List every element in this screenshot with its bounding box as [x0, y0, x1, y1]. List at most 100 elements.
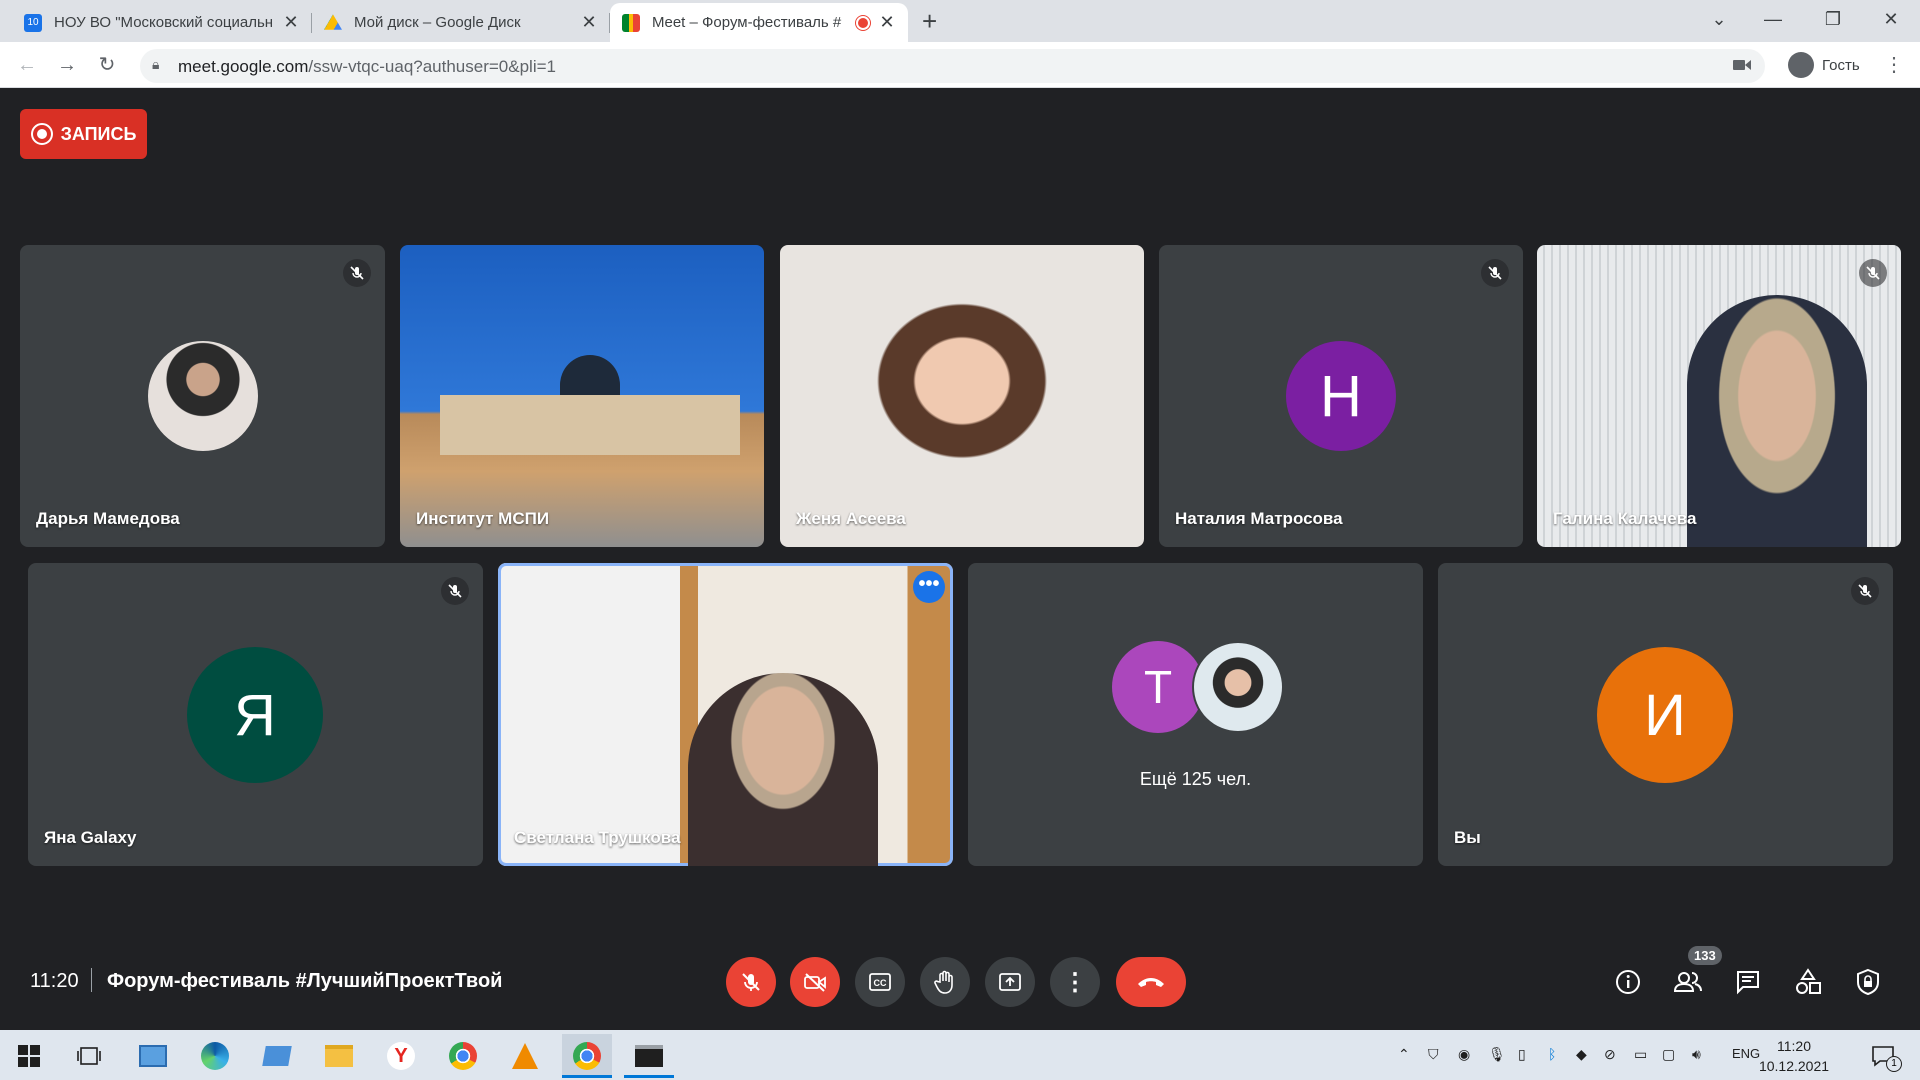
restore-button[interactable]: ❐: [1810, 4, 1856, 34]
chrome-icon: [573, 1042, 601, 1070]
more-options-icon[interactable]: •••: [913, 571, 945, 603]
close-tab-icon[interactable]: ✕: [878, 12, 896, 33]
address-bar[interactable]: 🔒︎ meet.google.com/ssw-vtqc-uaq?authuser…: [140, 49, 1765, 83]
raise-hand-button[interactable]: [920, 957, 970, 1007]
profile-button[interactable]: Гость: [1778, 49, 1870, 81]
usb-tray-icon[interactable]: ▯: [1518, 1046, 1526, 1063]
info-icon: [1616, 970, 1640, 994]
defender-tray-icon[interactable]: ◆: [1576, 1046, 1587, 1063]
participant-photo-avatar: [1192, 641, 1284, 733]
meeting-details-button[interactable]: [1608, 962, 1648, 1002]
participant-tile-darya[interactable]: Дарья Мамедова: [20, 245, 385, 547]
yandex-browser-icon: Y: [387, 1042, 415, 1070]
camera-in-use-icon[interactable]: [1733, 58, 1751, 72]
tab-title: Мой диск – Google Диск: [354, 14, 521, 31]
taskbar-app-terminal[interactable]: [624, 1034, 674, 1078]
people-button[interactable]: [1668, 962, 1708, 1002]
participant-tile-zhenya[interactable]: Женя Асеева: [780, 245, 1144, 547]
url-text[interactable]: meet.google.com/ssw-vtqc-uaq?authuser=0&…: [178, 57, 556, 77]
back-button[interactable]: ←: [12, 50, 42, 80]
participant-name: Институт МСПИ: [416, 509, 550, 528]
record-icon: [30, 123, 53, 145]
participant-initial-avatar: Т: [1112, 641, 1204, 733]
minimize-button[interactable]: —: [1750, 4, 1796, 34]
closed-captions-icon: CC: [869, 973, 891, 991]
show-hidden-icons-icon[interactable]: ⌃: [1398, 1046, 1410, 1063]
participant-count-badge: 133: [1688, 946, 1722, 965]
taskbar-app-edge[interactable]: [190, 1034, 240, 1078]
participant-tile-self[interactable]: И Вы: [1438, 563, 1893, 866]
new-tab-button[interactable]: +: [922, 6, 937, 37]
close-tab-icon[interactable]: ✕: [580, 12, 598, 33]
participant-tile-natalia[interactable]: Н Наталия Матросова: [1159, 245, 1523, 547]
volume-tray-icon[interactable]: 🔊︎: [1692, 1046, 1701, 1063]
windows-logo-icon: [18, 1045, 40, 1067]
taskbar-app-explorer[interactable]: [314, 1034, 364, 1078]
present-screen-button[interactable]: [985, 957, 1035, 1007]
lock-icon: 🔒︎: [152, 56, 160, 72]
microphone-tray-icon[interactable]: 🎙︎: [1488, 1046, 1506, 1063]
browser-menu-icon[interactable]: ⋮: [1884, 52, 1904, 77]
recording-button[interactable]: ЗАПИСЬ: [20, 109, 147, 159]
hand-icon: [934, 970, 953, 994]
bluetooth-tray-icon[interactable]: ᛒ: [1548, 1046, 1556, 1062]
tab-mspi[interactable]: 10 НОУ ВО "Московский социальн ✕: [12, 3, 312, 42]
close-tab-icon[interactable]: ✕: [282, 12, 300, 33]
action-center-button[interactable]: 1: [1858, 1034, 1908, 1078]
display-tray-icon[interactable]: ▢: [1662, 1046, 1675, 1063]
host-controls-button[interactable]: [1848, 962, 1888, 1002]
participant-initial-avatar: И: [1597, 647, 1733, 783]
google-drive-icon: [324, 14, 342, 30]
security-tray-icon[interactable]: ⛉: [1428, 1046, 1439, 1063]
browser-toolbar: ← → ↻ 🔒︎ meet.google.com/ssw-vtqc-uaq?au…: [0, 42, 1920, 88]
system-clock[interactable]: 11:20 10.12.2021: [1756, 1036, 1832, 1076]
taskbar-app-control-panel[interactable]: [128, 1034, 178, 1078]
captions-button[interactable]: CC: [855, 957, 905, 1007]
microphone-toggle-button[interactable]: [726, 957, 776, 1007]
camera-toggle-button[interactable]: [790, 957, 840, 1007]
battery-tray-icon[interactable]: ▭: [1634, 1046, 1647, 1063]
taskbar-app-yandex[interactable]: Y: [376, 1034, 426, 1078]
participant-tile-yana[interactable]: Я Яна Galaxy: [28, 563, 483, 866]
close-window-button[interactable]: ✕: [1868, 4, 1914, 34]
more-options-button[interactable]: ⋮: [1050, 957, 1100, 1007]
taskbar-app-chrome-1[interactable]: [438, 1034, 488, 1078]
leave-call-button[interactable]: [1116, 957, 1186, 1007]
taskbar-app-vlc[interactable]: [500, 1034, 550, 1078]
others-tile[interactable]: Т Ещё 125 чел.: [968, 563, 1423, 866]
meeting-control-bar: 11:20 Форум-фестиваль #ЛучшийПроектТвой …: [0, 940, 1920, 1026]
mic-off-icon: [1481, 259, 1509, 287]
recording-label: ЗАПИСЬ: [60, 123, 137, 144]
task-view-button[interactable]: [64, 1034, 114, 1078]
start-button[interactable]: [4, 1034, 54, 1078]
camera-tray-icon[interactable]: ◉: [1458, 1046, 1470, 1063]
more-participants-label: Ещё 125 чел.: [1139, 769, 1252, 789]
present-icon: [999, 973, 1021, 991]
hang-up-icon: [1138, 978, 1164, 987]
tab-search-icon[interactable]: ⌄: [1696, 4, 1742, 34]
chat-button[interactable]: [1728, 962, 1768, 1002]
chat-icon: [1737, 971, 1759, 995]
taskbar-app-chrome-2[interactable]: [562, 1034, 612, 1078]
participant-name: Галина Калачева: [1553, 509, 1697, 528]
tab-meet[interactable]: Meet – Форум-фестиваль # ✕: [610, 3, 908, 42]
forward-button[interactable]: →: [52, 50, 82, 80]
people-icon: [1673, 972, 1702, 992]
windows-taskbar: Y ⌃ ⛉ ◉ 🎙︎ ▯ ᛒ ◆ ⊘ ▭ ▢ 🔊︎ ENG 11:20 10.1…: [0, 1030, 1920, 1080]
profile-label: Гость: [1822, 56, 1860, 74]
reload-button[interactable]: ↻: [92, 50, 122, 80]
more-vert-icon: ⋮: [1063, 968, 1087, 996]
participant-tile-galina[interactable]: Галина Калачева: [1537, 245, 1901, 547]
participant-name: Дарья Мамедова: [36, 509, 180, 528]
mic-off-icon: [742, 973, 760, 991]
tab-google-drive[interactable]: Мой диск – Google Диск ✕: [312, 3, 610, 42]
activities-button[interactable]: [1788, 962, 1828, 1002]
network-tray-icon[interactable]: ⊘: [1604, 1046, 1616, 1063]
camera-off-icon: [804, 973, 826, 992]
participant-tile-svetlana[interactable]: ••• Светлана Трушкова: [498, 563, 953, 866]
taskbar-app-network[interactable]: [252, 1034, 302, 1078]
system-time: 11:20: [1777, 1038, 1811, 1054]
participant-tile-mspi[interactable]: Институт МСПИ: [400, 245, 764, 547]
meeting-clock: 11:20: [30, 970, 79, 992]
video-feed: [688, 673, 878, 866]
